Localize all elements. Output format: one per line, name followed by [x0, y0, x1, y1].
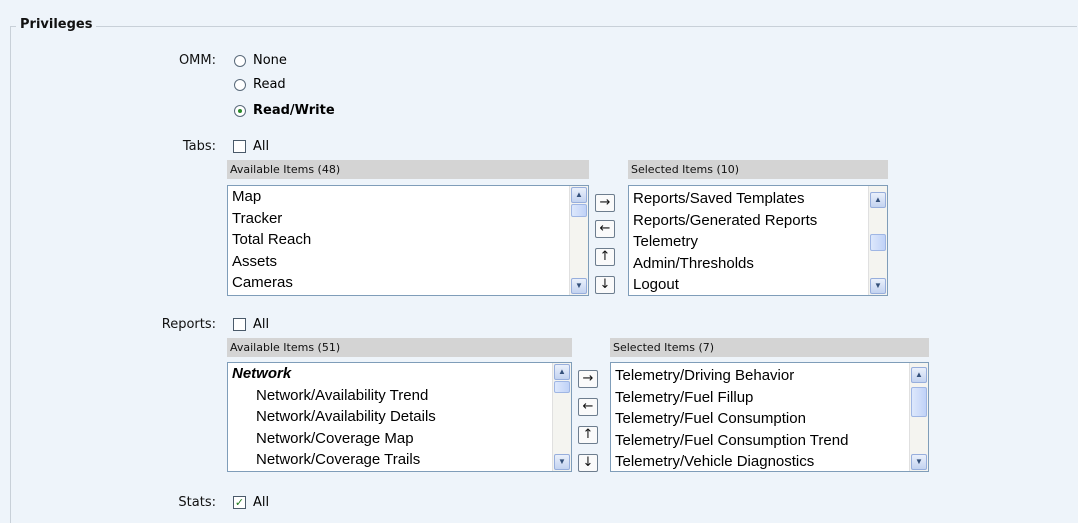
scroll-up-icon[interactable]: ▲ — [911, 367, 927, 383]
reports-all-label: All — [253, 317, 270, 332]
arrow-left-icon[interactable]: ← — [578, 398, 598, 416]
list-item[interactable]: Telemetry — [629, 231, 869, 253]
stats-all-toggle[interactable]: ✓ All — [233, 495, 269, 510]
scroll-up-icon[interactable]: ▲ — [870, 192, 886, 208]
arrow-right-icon[interactable]: → — [578, 370, 598, 388]
scroll-thumb[interactable] — [911, 387, 927, 417]
omm-option-readwrite[interactable]: Read/Write — [234, 103, 335, 118]
scrollbar[interactable]: ▲ ▼ — [868, 186, 887, 295]
checkbox-icon[interactable] — [233, 318, 246, 331]
tabs-selected-list[interactable]: Reports/Saved Templates Reports/Generate… — [628, 185, 888, 296]
scroll-down-icon[interactable]: ▼ — [554, 454, 570, 470]
scroll-thumb[interactable] — [571, 204, 587, 217]
tabs-label: Tabs: — [182, 139, 216, 154]
omm-label: OMM: — [178, 53, 216, 68]
list-item[interactable]: Telemetry/Vehicle Diagnostics — [611, 451, 910, 471]
scroll-thumb[interactable] — [870, 234, 886, 251]
checkbox-icon[interactable]: ✓ — [233, 496, 246, 509]
section-title: Privileges — [16, 17, 97, 32]
scroll-up-icon[interactable]: ▲ — [554, 364, 570, 380]
arrow-up-icon[interactable]: ↑ — [595, 248, 615, 266]
list-item[interactable]: Total Reach — [228, 229, 570, 251]
scroll-down-icon[interactable]: ▼ — [571, 278, 587, 294]
omm-option-readwrite-label: Read/Write — [253, 103, 335, 118]
list-item[interactable]: Telemetry/Fuel Fillup — [611, 387, 910, 409]
list-item[interactable]: Network/Coverage Trails — [228, 449, 553, 471]
reports-selected-list[interactable]: Telemetry/Driving Behavior Telemetry/Fue… — [610, 362, 929, 472]
omm-option-read-label: Read — [253, 77, 286, 92]
omm-option-none[interactable]: None — [234, 53, 287, 68]
scroll-down-icon[interactable]: ▼ — [911, 454, 927, 470]
stats-all-label: All — [253, 495, 270, 510]
list-item[interactable]: Cameras — [228, 272, 570, 294]
list-item[interactable]: Network/Availability Trend — [228, 385, 553, 407]
checkbox-icon[interactable] — [233, 140, 246, 153]
scroll-thumb[interactable] — [554, 381, 570, 393]
list-item[interactable]: Reports/Saved Templates — [629, 188, 869, 210]
list-item[interactable]: Logout — [629, 274, 869, 295]
scrollbar[interactable]: ▲ ▼ — [569, 186, 588, 295]
arrow-right-icon[interactable]: → — [595, 194, 615, 212]
tabs-available-list[interactable]: Map Tracker Total Reach Assets Cameras ▲… — [227, 185, 589, 296]
radio-icon[interactable] — [234, 104, 246, 117]
radio-icon[interactable] — [234, 54, 246, 67]
reports-selected-header: Selected Items (7) — [610, 338, 929, 357]
list-item[interactable]: Assets — [228, 251, 570, 273]
list-item[interactable]: Network/Availability Details — [228, 406, 553, 428]
omm-option-none-label: None — [253, 53, 287, 68]
scroll-down-icon[interactable]: ▼ — [870, 278, 886, 294]
reports-available-list[interactable]: Network Network/Availability Trend Netwo… — [227, 362, 572, 472]
list-item[interactable]: Telemetry/Driving Behavior — [611, 365, 910, 387]
scrollbar[interactable]: ▲ ▼ — [909, 363, 928, 471]
list-item[interactable]: Telemetry/Fuel Consumption — [611, 408, 910, 430]
arrow-down-icon[interactable]: ↓ — [578, 454, 598, 472]
radio-icon[interactable] — [234, 78, 246, 91]
reports-available-header: Available Items (51) — [227, 338, 572, 357]
list-item[interactable]: Tracker — [228, 208, 570, 230]
reports-all-toggle[interactable]: All — [233, 317, 269, 332]
list-item[interactable]: Map — [228, 186, 570, 208]
list-item[interactable]: Reports/Generated Reports — [629, 210, 869, 232]
arrow-up-icon[interactable]: ↑ — [578, 426, 598, 444]
list-item[interactable]: Network/Coverage Map — [228, 428, 553, 450]
arrow-down-icon[interactable]: ↓ — [595, 276, 615, 294]
reports-label: Reports: — [161, 317, 216, 332]
stats-label: Stats: — [178, 495, 216, 510]
list-item[interactable]: Network — [228, 363, 553, 385]
list-item[interactable]: Telemetry/Fuel Consumption Trend — [611, 430, 910, 452]
tabs-selected-header: Selected Items (10) — [628, 160, 888, 179]
scroll-up-icon[interactable]: ▲ — [571, 187, 587, 203]
list-item[interactable]: Admin/Thresholds — [629, 253, 869, 275]
tabs-all-toggle[interactable]: All — [233, 139, 269, 154]
arrow-left-icon[interactable]: ← — [595, 220, 615, 238]
omm-option-read[interactable]: Read — [234, 77, 286, 92]
tabs-all-label: All — [253, 139, 270, 154]
scrollbar[interactable]: ▲ ▼ — [552, 363, 571, 471]
tabs-available-header: Available Items (48) — [227, 160, 589, 179]
